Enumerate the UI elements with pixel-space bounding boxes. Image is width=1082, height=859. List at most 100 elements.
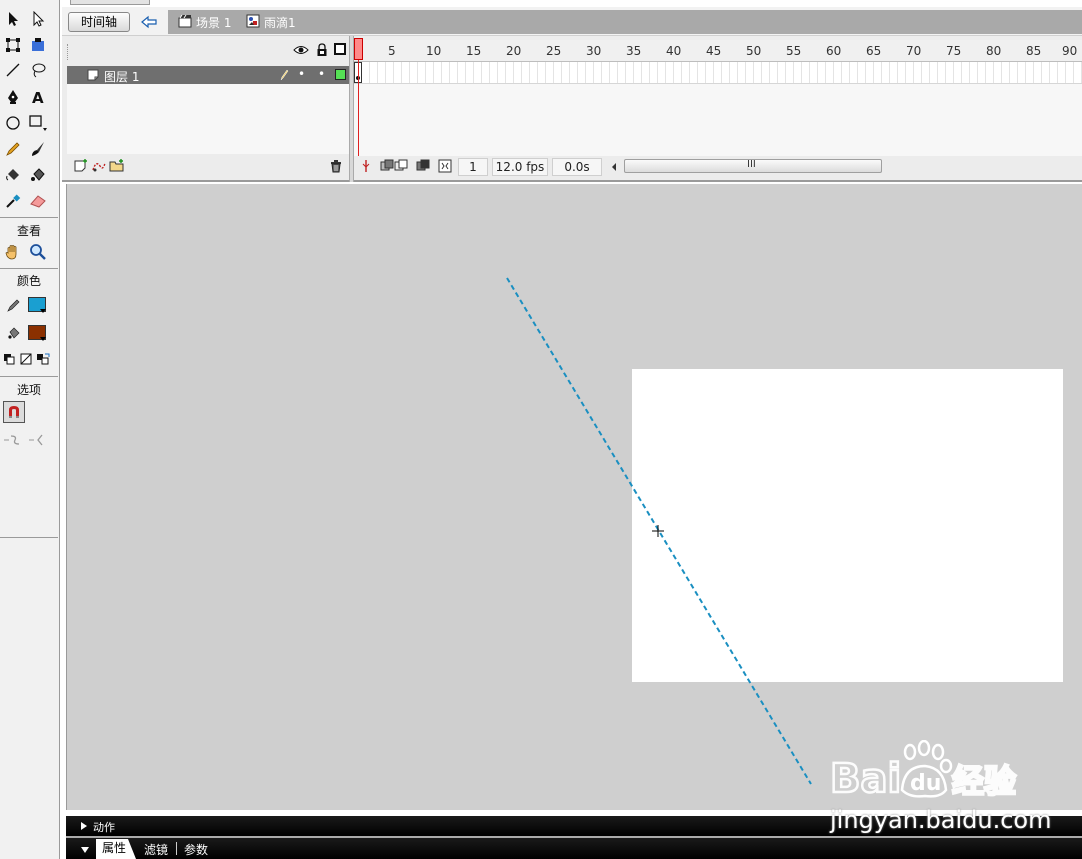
separator: [0, 537, 58, 538]
frame-rate-field[interactable]: 12.0 fps: [492, 158, 548, 176]
straighten-icon: [27, 429, 49, 451]
frame-ruler[interactable]: 1 5 10 15 20 25 30 35 40 45 50 55 60 65 …: [354, 40, 1082, 62]
separator: [0, 268, 58, 269]
rectangle-tool-icon[interactable]: [27, 112, 49, 134]
ruler-tick: 85: [1026, 44, 1042, 58]
tab-properties[interactable]: 属性: [96, 839, 136, 859]
onion-skin-outlines-icon[interactable]: [394, 159, 408, 176]
timeline-toggle-button[interactable]: 时间轴: [68, 12, 130, 32]
back-arrow-icon[interactable]: [138, 12, 160, 32]
scene-icon: [178, 14, 192, 31]
stroke-color-pencil-icon: [3, 294, 25, 316]
layer-header: [67, 40, 352, 66]
scroll-grip: III: [747, 159, 756, 170]
layer-name: 图层 1: [104, 70, 140, 84]
swap-colors-icon[interactable]: [34, 348, 52, 370]
ruler-tick: 15: [466, 44, 482, 58]
properties-panel-header: 属性 滤镜 参数: [66, 838, 1082, 859]
breadcrumb-scene[interactable]: 场景 1: [178, 14, 231, 30]
subselection-tool-icon[interactable]: [27, 8, 49, 30]
layer-row[interactable]: 图层 1 • •: [67, 66, 349, 84]
drawing-layer: [506, 277, 812, 785]
color-heading: 颜色: [16, 274, 41, 288]
breadcrumb-label: 场景 1: [196, 15, 232, 30]
ruler-tick: 10: [426, 44, 442, 58]
actions-label: 动作: [93, 821, 115, 834]
onion-skin-icon[interactable]: [380, 159, 394, 176]
collapse-arrow-icon[interactable]: [80, 844, 90, 857]
lock-icon[interactable]: [316, 43, 328, 60]
lasso-tool-icon[interactable]: [27, 59, 49, 81]
ruler-tick: 90: [1062, 44, 1078, 58]
smooth-icon: [2, 429, 24, 451]
line-tool-icon[interactable]: [2, 59, 24, 81]
no-color-icon[interactable]: [17, 348, 35, 370]
center-frame-icon[interactable]: [360, 159, 372, 176]
current-frame-field: 1: [458, 158, 488, 176]
panel-gripper[interactable]: [67, 44, 69, 60]
timeline-panel: 图层 1 • • 1 5 10 15 20 25 30 35 40 45: [62, 36, 1082, 182]
outline-icon[interactable]: [334, 43, 346, 55]
layer-icon: [87, 69, 99, 84]
frames-empty-area: [354, 84, 1082, 156]
ruler-tick: 50: [746, 44, 762, 58]
horizontal-scrollbar[interactable]: III: [624, 159, 882, 173]
ink-bottle-tool-icon[interactable]: [2, 164, 24, 186]
eyedropper-tool-icon[interactable]: [2, 190, 24, 212]
insert-layer-icon[interactable]: [73, 158, 89, 177]
gradient-transform-tool-icon[interactable]: [27, 34, 49, 56]
playhead[interactable]: [354, 38, 363, 60]
layer-lock-dot[interactable]: •: [318, 67, 325, 81]
options-heading: 选项: [16, 383, 41, 397]
default-colors-icon[interactable]: [0, 348, 18, 370]
playhead-line: [358, 60, 359, 156]
separator: [0, 376, 58, 377]
add-motion-guide-icon[interactable]: [91, 158, 107, 177]
edit-multiple-frames-icon[interactable]: [416, 159, 430, 176]
elapsed-time-field: 0.0s: [552, 158, 602, 176]
ruler-tick: 70: [906, 44, 922, 58]
ruler-tick: 30: [586, 44, 602, 58]
modify-onion-markers-icon[interactable]: [438, 159, 452, 176]
hand-tool-icon[interactable]: [2, 241, 24, 263]
snap-to-objects-icon[interactable]: [3, 401, 25, 423]
timeline-status-bar: 1 12.0 fps 0.0s III: [354, 156, 1082, 178]
tools-panel: A 查看 颜色 选项: [0, 0, 60, 859]
layer-outline-color[interactable]: [335, 69, 346, 80]
tab-divider: [176, 842, 177, 855]
eraser-tool-icon[interactable]: [27, 190, 49, 212]
layer-frames-row[interactable]: [354, 62, 1082, 84]
tab-filters[interactable]: 滤镜: [144, 841, 168, 858]
oval-tool-icon[interactable]: [2, 112, 24, 134]
ruler-tick: 60: [826, 44, 842, 58]
expand-arrow-icon: [80, 821, 88, 834]
ruler-tick: 55: [786, 44, 802, 58]
trash-icon[interactable]: [329, 159, 343, 176]
pencil-tool-icon[interactable]: [2, 138, 24, 160]
free-transform-tool-icon[interactable]: [2, 34, 24, 56]
text-tool-icon[interactable]: A: [27, 86, 49, 108]
selection-tool-icon[interactable]: [2, 8, 24, 30]
document-tab-strip: [62, 0, 1082, 7]
breadcrumb-symbol[interactable]: 雨滴1: [246, 14, 296, 30]
scroll-left-icon[interactable]: [610, 161, 618, 175]
chevron-down-icon: [40, 309, 46, 313]
ruler-tick: 35: [626, 44, 642, 58]
document-tab[interactable]: [70, 0, 150, 5]
brush-tool-icon[interactable]: [27, 138, 49, 160]
paint-bucket-tool-icon[interactable]: [27, 164, 49, 186]
zoom-tool-icon[interactable]: [27, 241, 49, 263]
tab-parameters[interactable]: 参数: [184, 841, 208, 858]
layer-visible-dot[interactable]: •: [298, 67, 305, 81]
ruler-tick: 20: [506, 44, 522, 58]
actions-panel-header[interactable]: 动作: [66, 816, 1082, 836]
pen-tool-icon[interactable]: [2, 86, 24, 108]
layer-list-empty-area: [67, 84, 349, 154]
ruler-tick: 5: [388, 44, 396, 58]
insert-folder-icon[interactable]: [109, 158, 125, 177]
eye-icon[interactable]: [293, 44, 309, 59]
layer-footer: [67, 156, 349, 178]
view-heading: 查看: [16, 224, 41, 238]
stage-pasteboard[interactable]: [66, 184, 1082, 810]
svg-text:A: A: [32, 89, 44, 105]
